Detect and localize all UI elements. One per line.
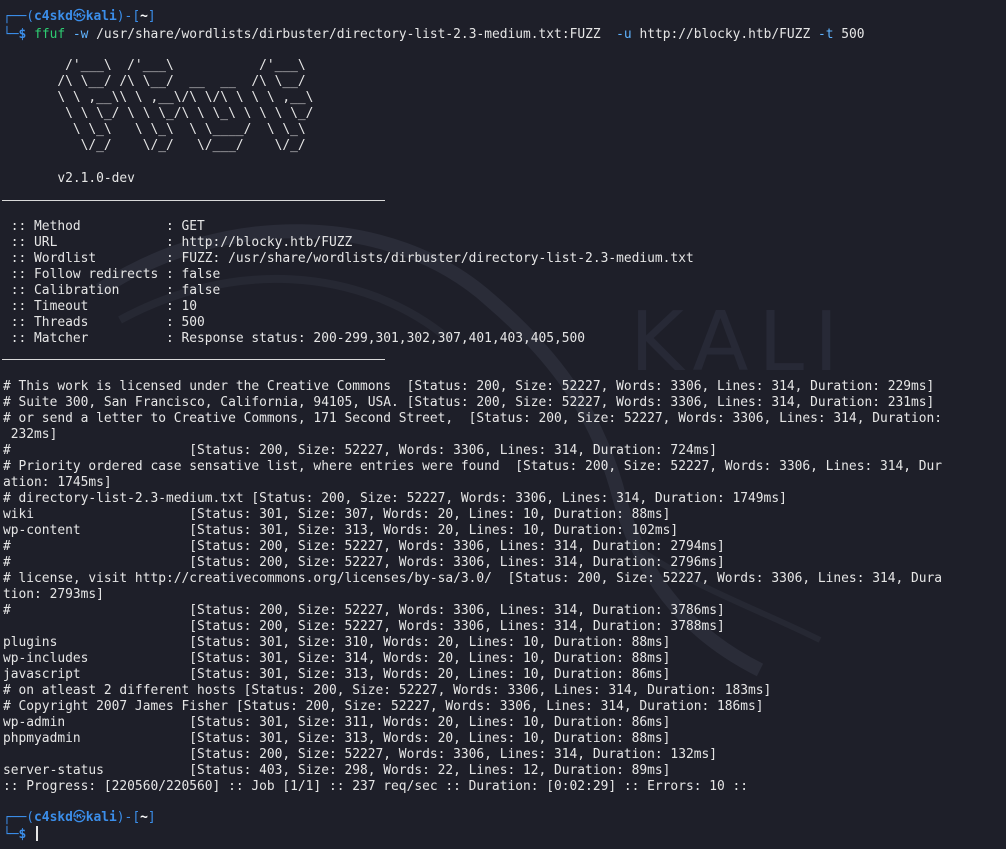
result-line: # Priority ordered case sensative list, … bbox=[3, 459, 943, 474]
result-line: wp-admin [Status: 301, Size: 311, Words:… bbox=[3, 715, 671, 730]
prompt-frame-bottom: └─ bbox=[3, 827, 19, 842]
command-url: http://blocky.htb/FUZZ bbox=[639, 27, 811, 42]
result-line: wp-content [Status: 301, Size: 313, Word… bbox=[3, 523, 679, 538]
prompt-bracket-end: ] bbox=[147, 9, 156, 24]
prompt-frame-top: ┌──( bbox=[3, 810, 35, 825]
config-line: :: Follow redirects : false bbox=[3, 267, 221, 282]
prompt-separator: )-[ bbox=[116, 810, 141, 825]
config-line: :: Calibration : false bbox=[3, 283, 221, 298]
version-text: v2.1.0-dev bbox=[3, 171, 135, 186]
banner-line: \ \ ,__\\ \ ,__\/\ \/\ \ \ \ ,__\ bbox=[3, 90, 360, 105]
prompt-host: kali bbox=[85, 810, 117, 825]
command-threads: 500 bbox=[841, 27, 865, 42]
result-line: # This work is licensed under the Creati… bbox=[3, 379, 935, 394]
result-line: tion: 2793ms] bbox=[3, 587, 104, 602]
result-line: # Suite 300, San Francisco, California, … bbox=[3, 395, 935, 410]
prompt-line-top: ┌──(c4skd㉿kali)-[~] bbox=[3, 9, 156, 25]
input-line[interactable]: └─$ bbox=[3, 826, 39, 842]
command-wordlist: /usr/share/wordlists/dirbuster/directory… bbox=[96, 27, 601, 42]
terminal-window[interactable]: KALI ┌──(c4skd㉿kali)-[~] └─$ ffuf -w /us… bbox=[0, 0, 1006, 849]
banner-line: /\ \__/ /\ \__/ __ __ /\ \__/ bbox=[3, 74, 360, 89]
result-line: # directory-list-2.3-medium.txt [Status:… bbox=[3, 491, 787, 506]
prompt-separator: )-[ bbox=[116, 9, 141, 24]
config-line: :: Timeout : 10 bbox=[3, 299, 198, 314]
result-line: # [Status: 200, Size: 52227, Words: 3306… bbox=[3, 603, 725, 618]
config-line: :: URL : http://blocky.htb/FUZZ bbox=[3, 235, 353, 250]
result-line: wiki [Status: 301, Size: 307, Words: 20,… bbox=[3, 507, 671, 522]
prompt-line-top: ┌──(c4skd㉿kali)-[~] bbox=[3, 810, 156, 826]
text-cursor[interactable] bbox=[36, 826, 39, 841]
command-line: └─$ ffuf -w /usr/share/wordlists/dirbust… bbox=[3, 27, 865, 43]
prompt-dollar: $ bbox=[18, 827, 27, 842]
result-line: [Status: 200, Size: 52227, Words: 3306, … bbox=[3, 747, 717, 762]
result-line: # [Status: 200, Size: 52227, Words: 3306… bbox=[3, 443, 717, 458]
result-line: [Status: 200, Size: 52227, Words: 3306, … bbox=[3, 619, 725, 634]
result-line: # [Status: 200, Size: 52227, Words: 3306… bbox=[3, 539, 725, 554]
prompt-skull-icon: ㉿ bbox=[72, 9, 86, 24]
prompt-skull-icon: ㉿ bbox=[72, 810, 86, 825]
separator-bottom bbox=[2, 359, 385, 360]
result-line: ation: 1745ms] bbox=[3, 475, 112, 490]
separator-top bbox=[2, 200, 385, 201]
result-line: # on atleast 2 different hosts [Status: … bbox=[3, 683, 772, 698]
result-line: wp-includes [Status: 301, Size: 314, Wor… bbox=[3, 651, 671, 666]
prompt-frame-top: ┌──( bbox=[3, 9, 35, 24]
watermark-text: KALI bbox=[630, 295, 848, 390]
result-line: javascript [Status: 301, Size: 313, Word… bbox=[3, 667, 671, 682]
result-line: phpmyadmin [Status: 301, Size: 313, Word… bbox=[3, 731, 671, 746]
banner-line: \/_/ \/_/ \/___/ \/_/ bbox=[3, 138, 360, 153]
command-flag-u: -u bbox=[616, 27, 632, 42]
prompt-user: c4skd bbox=[34, 9, 73, 24]
prompt-host: kali bbox=[85, 9, 117, 24]
result-line: server-status [Status: 403, Size: 298, W… bbox=[3, 763, 671, 778]
result-line: plugins [Status: 301, Size: 310, Words: … bbox=[3, 635, 671, 650]
prompt-directory: ~ bbox=[140, 9, 148, 24]
config-line: :: Wordlist : FUZZ: /usr/share/wordlists… bbox=[3, 251, 694, 266]
banner-line: /'___\ /'___\ /'___\ bbox=[3, 58, 360, 73]
prompt-dollar: $ bbox=[18, 27, 27, 42]
banner-line: \ \ \_/ \ \ \_/\ \ \_\ \ \ \ \_/ bbox=[3, 106, 360, 121]
result-line: # Copyright 2007 James Fisher [Status: 2… bbox=[3, 699, 764, 714]
prompt-bracket-end: ] bbox=[147, 810, 156, 825]
result-line: # or send a letter to Creative Commons, … bbox=[3, 411, 943, 426]
prompt-frame-bottom: └─ bbox=[3, 27, 19, 42]
config-line: :: Method : GET bbox=[3, 219, 205, 234]
config-line: :: Matcher : Response status: 200-299,30… bbox=[3, 331, 586, 346]
config-line: :: Threads : 500 bbox=[3, 315, 205, 330]
result-line: 232ms] bbox=[3, 427, 58, 442]
banner-line: \ \_\ \ \_\ \ \____/ \ \_\ bbox=[3, 122, 360, 137]
result-line: # license, visit http://creativecommons.… bbox=[3, 571, 943, 586]
result-line: # [Status: 200, Size: 52227, Words: 3306… bbox=[3, 555, 725, 570]
command-flag-w: -w bbox=[72, 27, 89, 42]
prompt-directory: ~ bbox=[140, 810, 148, 825]
command-binary: ffuf bbox=[34, 27, 66, 42]
prompt-user: c4skd bbox=[34, 810, 73, 825]
progress-line: :: Progress: [220560/220560] :: Job [1/1… bbox=[3, 779, 749, 794]
command-flag-t: -t bbox=[817, 27, 834, 42]
